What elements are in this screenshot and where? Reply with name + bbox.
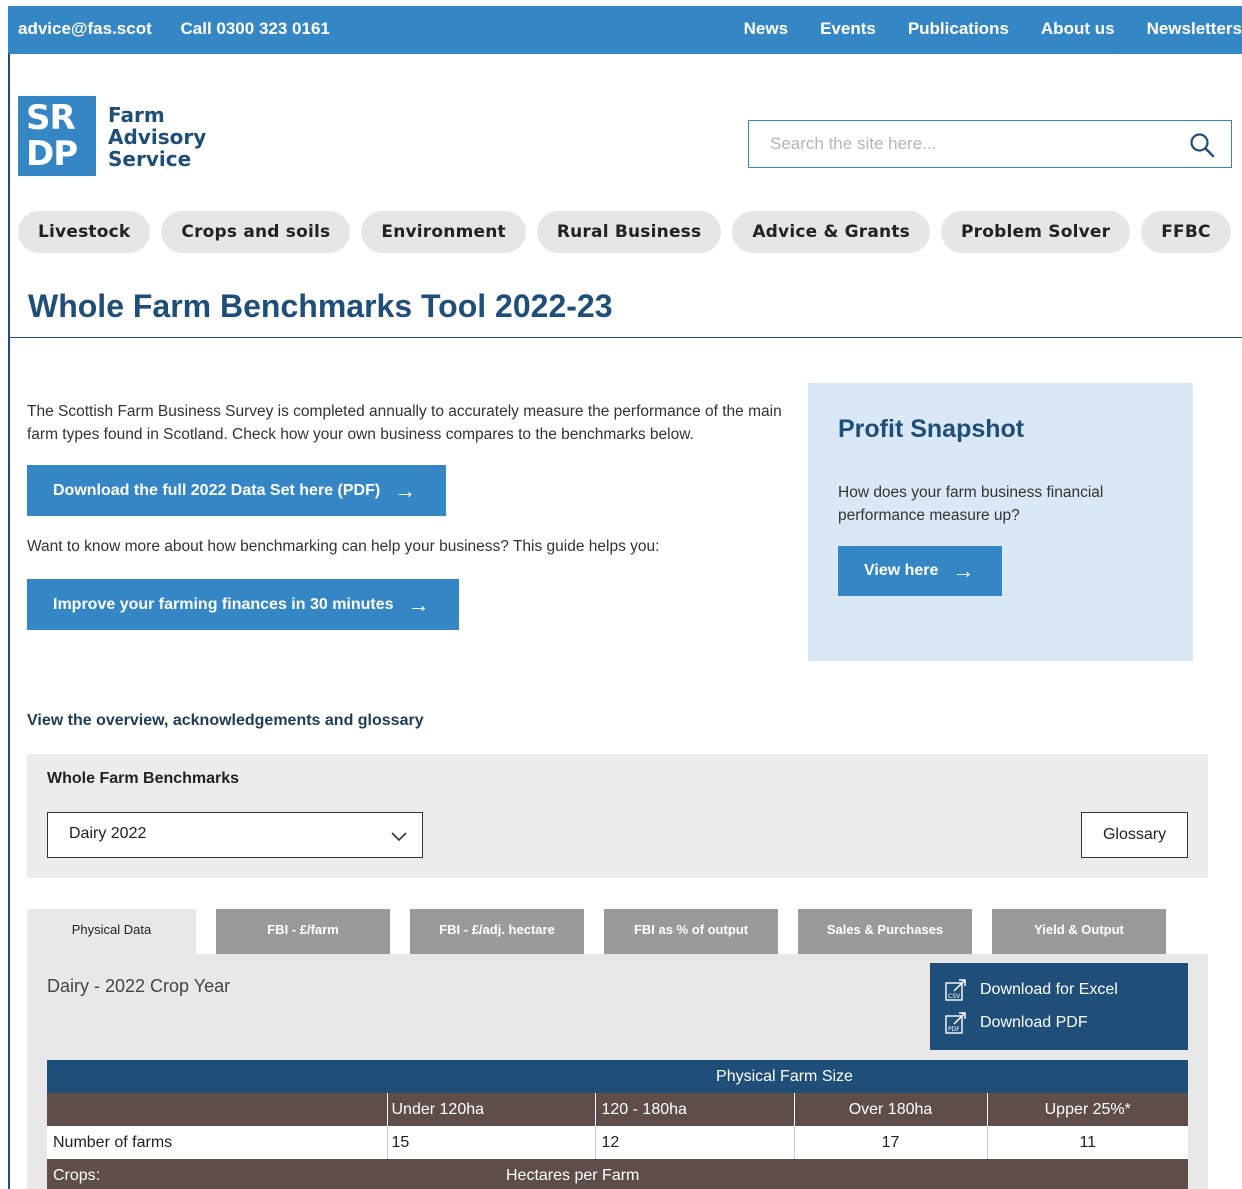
top-bar: advice@fas.scot Call 0300 323 0161 News … [8, 6, 1242, 54]
tab-sales-purchases[interactable]: Sales & Purchases [798, 909, 972, 954]
pdf-file-icon: PDF [945, 1012, 966, 1034]
benchmarks-label: Whole Farm Benchmarks [47, 770, 240, 787]
top-links: News Events Publications About us Newsle… [712, 19, 1242, 39]
search-input[interactable] [749, 121, 1179, 167]
nav-problem-solver[interactable]: Problem Solver [941, 211, 1131, 253]
download-dataset-button[interactable]: Download the full 2022 Data Set here (PD… [27, 465, 446, 516]
download-pdf-link[interactable]: PDF Download PDF [944, 1011, 1088, 1035]
table-cell: 11 [987, 1126, 1188, 1159]
tab-fbi-per-hectare[interactable]: FBI - £/adj. hectare [410, 909, 584, 954]
svg-text:PDF: PDF [948, 1026, 960, 1033]
logo-mark: SR DP [18, 96, 96, 176]
improve-finances-label: Improve your farming finances in 30 minu… [53, 595, 394, 613]
chevron-down-icon [391, 832, 407, 842]
section-header: Hectares per Farm [387, 1159, 1188, 1189]
download-excel-link[interactable]: CSV Download for Excel [944, 978, 1118, 1002]
download-excel-label: Download for Excel [980, 981, 1118, 998]
crop-year-heading: Dairy - 2022 Crop Year [47, 976, 231, 996]
benchmark-select[interactable]: Dairy 2022 [47, 812, 423, 858]
page-frame-border [8, 53, 10, 1189]
glossary-button[interactable]: Glossary [1081, 812, 1188, 858]
section-label: Crops: [47, 1159, 387, 1189]
snapshot-text: How does your farm business financial pe… [838, 484, 1104, 524]
logo-wordmark: Farm Advisory Service [108, 103, 207, 171]
top-link-newsletters[interactable]: Newsletters [1147, 19, 1242, 39]
guide-text: Want to know more about how benchmarking… [27, 538, 660, 555]
arrow-right-icon: → [394, 477, 417, 503]
table-title-row: Physical Farm Size [47, 1060, 1188, 1093]
view-here-button[interactable]: View here → [838, 546, 1002, 596]
column-header: Under 120ha [387, 1093, 596, 1126]
nav-ffbc[interactable]: FFBC [1141, 211, 1231, 253]
table-cell: 15 [387, 1126, 596, 1159]
table-cell: 17 [794, 1126, 988, 1159]
arrow-right-icon: → [952, 558, 975, 583]
improve-finances-button[interactable]: Improve your farming finances in 30 minu… [27, 579, 459, 630]
contact-info: advice@fas.scot Call 0300 323 0161 [18, 19, 354, 39]
arrow-right-icon: → [407, 591, 430, 617]
nav-rural-business[interactable]: Rural Business [536, 211, 722, 253]
top-link-publications[interactable]: Publications [908, 19, 1009, 39]
overview-link[interactable]: View the overview, acknowledgements and … [27, 712, 424, 730]
column-header [47, 1093, 388, 1126]
data-panel: Dairy - 2022 Crop Year CSV Download for … [27, 954, 1208, 1189]
phone-link[interactable]: Call 0300 323 0161 [181, 19, 330, 38]
table-cell: 12 [595, 1126, 795, 1159]
top-link-news[interactable]: News [744, 19, 788, 39]
main-nav: Livestock Crops and soils Environment Ru… [18, 211, 1242, 253]
title-divider [8, 337, 1242, 338]
nav-environment[interactable]: Environment [361, 211, 526, 253]
intro-text: The Scottish Farm Business Survey is com… [27, 403, 782, 443]
table-cell: Number of farms [47, 1126, 388, 1159]
column-header: Over 180ha [794, 1093, 988, 1126]
tab-fbi-per-farm[interactable]: FBI - £/farm [216, 909, 390, 954]
tab-yield-output[interactable]: Yield & Output [992, 909, 1166, 954]
snapshot-title: Profit Snapshot [838, 415, 1025, 443]
view-here-label: View here [864, 562, 939, 579]
svg-text:CSV: CSV [948, 993, 961, 1000]
search-icon[interactable] [1189, 132, 1215, 158]
table-header-row: Under 120ha 120 - 180ha Over 180ha Upper… [47, 1093, 1188, 1126]
benchmarks-panel: Whole Farm Benchmarks Dairy 2022 Glossar… [27, 754, 1208, 878]
table-section-row: Crops: Hectares per Farm [47, 1159, 1188, 1189]
profit-snapshot-card: Profit Snapshot How does your farm busin… [808, 383, 1193, 661]
column-header: Upper 25%* [987, 1093, 1188, 1126]
nav-crops-and-soils[interactable]: Crops and soils [161, 211, 351, 253]
page-title: Whole Farm Benchmarks Tool 2022-23 [28, 288, 613, 324]
table-title: Physical Farm Size [47, 1060, 1188, 1093]
top-link-about-us[interactable]: About us [1041, 19, 1115, 39]
csv-file-icon: CSV [945, 979, 966, 1001]
table-row: Number of farms 15 12 17 11 [47, 1126, 1188, 1159]
tab-physical-data[interactable]: Physical Data [27, 909, 196, 954]
benchmark-selected-value: Dairy 2022 [69, 825, 147, 842]
data-tabs: Physical Data FBI - £/farm FBI - £/adj. … [27, 909, 1186, 954]
site-search [748, 120, 1232, 168]
benchmark-table: Physical Farm Size Under 120ha 120 - 180… [47, 1060, 1188, 1189]
tab-fbi-percent-output[interactable]: FBI as % of output [604, 909, 778, 954]
nav-advice-grants[interactable]: Advice & Grants [732, 211, 930, 253]
nav-livestock[interactable]: Livestock [18, 211, 151, 253]
email-link[interactable]: advice@fas.scot [18, 19, 152, 38]
top-link-events[interactable]: Events [820, 19, 876, 39]
download-box: CSV Download for Excel PDF Download PDF [930, 963, 1188, 1050]
download-dataset-label: Download the full 2022 Data Set here (PD… [53, 481, 381, 499]
site-logo[interactable]: SR DP Farm Advisory Service [18, 96, 218, 176]
download-pdf-label: Download PDF [980, 1014, 1088, 1031]
column-header: 120 - 180ha [595, 1093, 795, 1126]
